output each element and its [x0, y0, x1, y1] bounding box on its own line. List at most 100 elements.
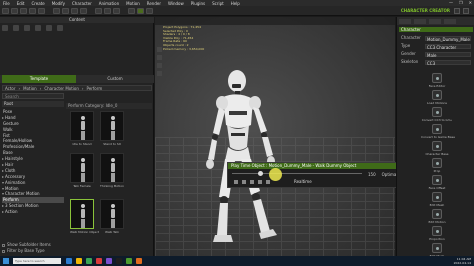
previous-frame-icon[interactable] — [242, 180, 246, 184]
view-front-icon[interactable] — [157, 47, 162, 52]
save-icon[interactable] — [20, 7, 27, 14]
tool-button[interactable]: Convert CC3 to G3+ — [421, 107, 453, 122]
tool-button[interactable]: Character Base — [421, 141, 453, 156]
menu-item-file[interactable]: File — [3, 1, 10, 6]
property-value[interactable]: CC3 — [425, 59, 471, 66]
motion-thumbnail[interactable]: Walk Talk — [100, 199, 124, 234]
cloth-icon[interactable] — [24, 25, 30, 31]
menu-item-window[interactable]: Window — [168, 1, 184, 6]
move-icon[interactable] — [62, 7, 69, 14]
scale-icon[interactable] — [80, 7, 87, 14]
taskbar-app-icon[interactable] — [76, 258, 82, 264]
menu-item-script[interactable]: Script — [212, 1, 224, 6]
property-value[interactable]: Male — [425, 51, 471, 58]
motion-icon[interactable] — [46, 25, 52, 31]
breadcrumb-item[interactable]: Actor — [5, 86, 16, 91]
close-icon[interactable]: ✕ — [469, 0, 472, 5]
tree-toggle-icon[interactable]: ▾ — [2, 186, 4, 191]
menu-item-help[interactable]: Help — [231, 1, 240, 6]
new-project-icon[interactable] — [2, 7, 9, 14]
tree-toggle-icon[interactable]: ▸ — [2, 168, 4, 173]
taskbar-search-input[interactable]: Type here to search — [13, 258, 61, 264]
tool-button[interactable]: Edit Motion — [421, 209, 453, 224]
tree-toggle-icon[interactable]: ▸ — [2, 162, 4, 167]
taskbar-app-icon[interactable] — [96, 258, 102, 264]
open-project-icon[interactable] — [11, 7, 18, 14]
menu-item-render[interactable]: Render — [147, 1, 161, 6]
tree-toggle-icon[interactable]: ▸ — [2, 156, 4, 161]
tool-button[interactable]: Convert to Game Base — [421, 124, 455, 139]
view-side-icon[interactable] — [157, 55, 162, 60]
actor-icon[interactable] — [2, 25, 8, 31]
rotate-icon[interactable] — [71, 7, 78, 14]
taskbar-app-icon[interactable] — [136, 258, 142, 264]
redo-icon[interactable] — [38, 7, 45, 14]
tree-toggle-icon[interactable]: ▸ — [2, 174, 4, 179]
tree-toggle-icon[interactable]: ▸ — [2, 209, 4, 214]
prop-icon[interactable] — [57, 25, 63, 31]
breadcrumb-item[interactable]: Perform — [87, 86, 103, 91]
play-timeline[interactable]: Play Time Object : Motion_Dummy_Male - W… — [227, 162, 402, 188]
taskbar-app-icon[interactable] — [106, 258, 112, 264]
mannequin-figure[interactable] — [175, 29, 315, 256]
select-icon[interactable] — [53, 7, 60, 14]
loop-icon[interactable] — [266, 180, 270, 184]
view-top-icon[interactable] — [157, 63, 162, 68]
menu-item-character[interactable]: Character — [72, 1, 92, 6]
tool-button[interactable]: Face Editor — [421, 73, 453, 88]
menu-item-animation[interactable]: Animation — [99, 1, 119, 6]
maximize-icon[interactable]: ❐ — [459, 0, 463, 5]
smart-gallery-icon[interactable] — [137, 7, 144, 14]
motion-thumbnail[interactable]: Stand to Sit — [100, 111, 124, 146]
checkbox-icon[interactable] — [2, 249, 5, 253]
tool-button[interactable]: Prop — [421, 158, 453, 173]
motion-thumbnail[interactable]: Talk Female — [70, 153, 94, 188]
taskbar-app-icon[interactable] — [116, 258, 122, 264]
tab-motion[interactable] — [444, 19, 456, 24]
light-icon[interactable] — [104, 7, 111, 14]
export-icon[interactable] — [146, 7, 153, 14]
settings-icon[interactable] — [463, 8, 469, 14]
filter-checkbox[interactable]: Filter by Base Type — [2, 248, 51, 254]
windows-start-icon[interactable] — [3, 258, 9, 264]
tab-custom[interactable]: Custom — [78, 75, 152, 83]
motion-thumbnail[interactable]: Walk Motion Object — [70, 199, 99, 234]
frame-value[interactable]: 150 — [368, 172, 376, 177]
menu-item-modify[interactable]: Modify — [52, 1, 65, 6]
3d-viewport[interactable]: Project Polygons : 71,454 Selected Poly :… — [155, 17, 395, 256]
render-icon[interactable] — [128, 7, 135, 14]
motion-thumbnail[interactable]: Thinking Motion — [100, 153, 124, 188]
timeline-scrubber[interactable] — [258, 171, 263, 176]
tab-morph[interactable] — [429, 19, 441, 24]
tree-item[interactable]: ▸Action — [2, 209, 64, 215]
tree-toggle-icon[interactable]: ▸ — [2, 115, 4, 120]
taskbar-app-icon[interactable] — [86, 258, 92, 264]
undo-icon[interactable] — [29, 7, 36, 14]
next-frame-icon[interactable] — [258, 180, 262, 184]
tool-button[interactable]: Load Motions — [421, 90, 453, 105]
tool-button[interactable]: Face Offset — [421, 175, 453, 190]
camera-icon[interactable] — [95, 7, 102, 14]
taskbar-app-icon[interactable] — [66, 258, 72, 264]
taskbar-app-icon[interactable] — [126, 258, 132, 264]
checkbox-icon[interactable] — [2, 243, 5, 247]
menu-item-plugins[interactable]: Plugins — [191, 1, 205, 6]
property-value[interactable]: Motion_Dummy_Male — [425, 35, 471, 42]
menu-item-create[interactable]: Create — [31, 1, 44, 6]
account-icon[interactable] — [454, 8, 460, 14]
character-icon[interactable] — [13, 25, 19, 31]
tree-toggle-icon[interactable]: ▾ — [2, 180, 4, 185]
menu-item-edit[interactable]: Edit — [17, 1, 25, 6]
motion-thumbnail[interactable]: Idle to Stand — [70, 111, 94, 146]
tool-button[interactable]: Proportion — [421, 226, 453, 241]
tool-button[interactable]: Edit Mesh — [421, 192, 453, 207]
property-value[interactable]: CC3 Character — [425, 43, 471, 50]
breadcrumb-item[interactable]: Character Motion — [44, 86, 79, 91]
tree-toggle-icon[interactable]: ▸ — [2, 203, 4, 208]
realtime-toggle[interactable]: Realtime — [294, 179, 312, 185]
tree-toggle-icon[interactable]: ▾ — [2, 191, 4, 196]
zoom-icon[interactable] — [157, 71, 162, 76]
hair-icon[interactable] — [35, 25, 41, 31]
play-icon[interactable] — [250, 180, 254, 184]
tab-material[interactable] — [414, 19, 426, 24]
